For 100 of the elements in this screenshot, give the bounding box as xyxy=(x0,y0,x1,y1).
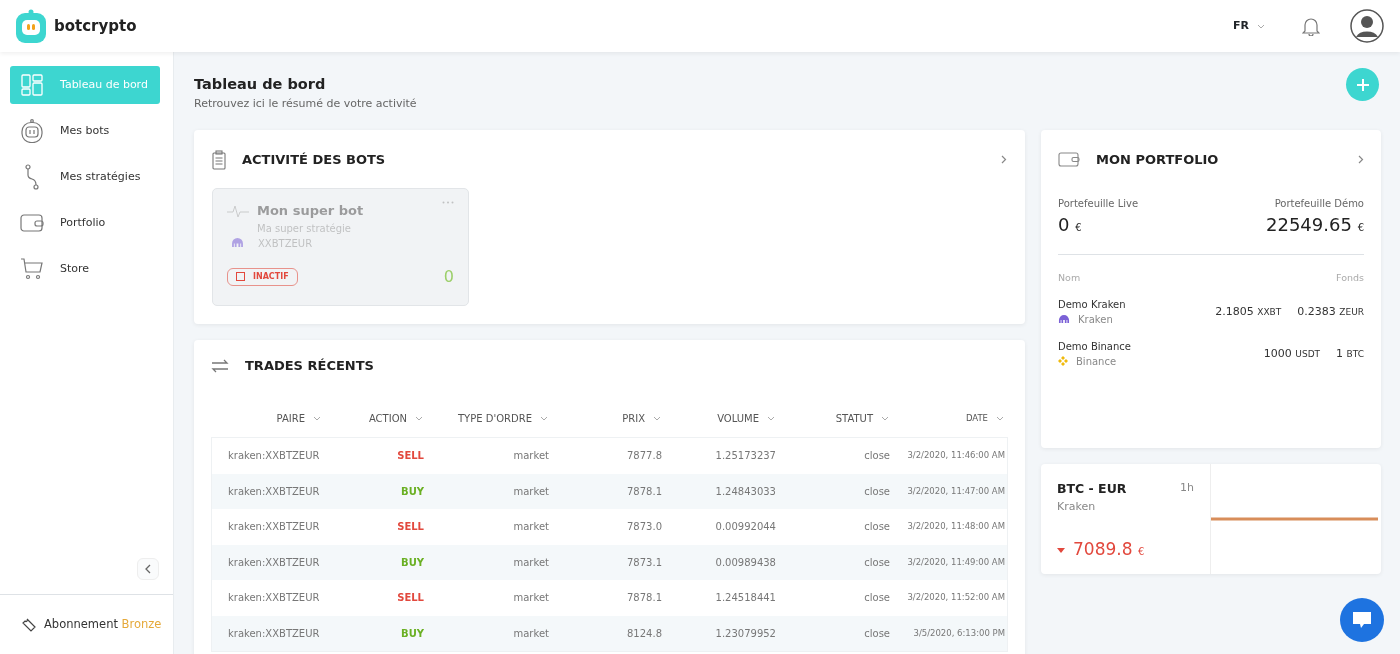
path-nodes-icon xyxy=(25,164,39,190)
demo-wallet-label: Portefeuille Démo xyxy=(1274,196,1364,211)
column-header[interactable]: ACTION xyxy=(368,412,407,424)
caret-icon xyxy=(996,415,1004,421)
chevron-icon xyxy=(1001,155,1007,165)
order-type-cell: market xyxy=(513,485,549,497)
column-header[interactable]: VOLUME xyxy=(717,412,759,424)
caret-icon xyxy=(653,416,661,421)
ticker-exchange: Kraken xyxy=(1057,498,1097,515)
pulse-icon xyxy=(227,203,249,218)
volume-cell: 0.00989438 xyxy=(715,556,776,568)
chat-bubble-icon xyxy=(1351,610,1373,630)
exchange-logo-icon xyxy=(1058,315,1070,324)
swap-arrows-icon xyxy=(211,359,229,373)
funds-header: Fonds xyxy=(1336,270,1364,285)
plus-icon xyxy=(1355,77,1370,92)
order-type-cell: market xyxy=(513,627,549,639)
column-header[interactable]: DATE xyxy=(965,412,988,423)
language-selector[interactable]: FR xyxy=(1232,16,1266,36)
caret-icon xyxy=(1257,23,1265,29)
chevron-left-icon xyxy=(145,564,151,574)
wallet-icon xyxy=(1058,152,1080,168)
caret-icon xyxy=(540,416,548,421)
chevron-icon xyxy=(1358,155,1364,165)
column-header[interactable]: PAIRE xyxy=(276,412,305,424)
pair-cell: kraken:XXBTZEUR xyxy=(228,521,320,533)
demo-wallet-value: 22549.65 € xyxy=(1266,212,1364,237)
pair-cell: kraken:XXBTZEUR xyxy=(228,485,320,497)
status-cell: close xyxy=(864,450,890,462)
column-header[interactable]: TYPE D'ORDRE xyxy=(458,412,532,424)
clipboard-icon xyxy=(212,150,226,170)
exchange-name: Binance xyxy=(1076,354,1117,369)
live-wallet-value: 0 € xyxy=(1058,212,1082,237)
order-type-cell: market xyxy=(513,521,549,533)
wallet-icon xyxy=(20,214,44,232)
bot-trade-count: 0 xyxy=(443,265,454,288)
date-cell: 3/2/2020, 11:48:00 AM xyxy=(907,521,1005,532)
robot-logo-icon xyxy=(16,9,46,43)
price-cell: 7878.1 xyxy=(627,485,662,497)
caret-icon xyxy=(767,416,775,421)
user-avatar-icon[interactable] xyxy=(1350,9,1384,43)
action-cell: BUY xyxy=(401,485,424,497)
action-cell: BUY xyxy=(401,556,424,568)
page-subtitle: Retrouvez ici le résumé de votre activité xyxy=(194,95,417,112)
date-cell: 3/2/2020, 11:49:00 AM xyxy=(907,556,1005,567)
price-cell: 7873.1 xyxy=(627,556,662,568)
live-wallet-label: Portefeuille Live xyxy=(1058,196,1139,211)
brand-name: botcrypto xyxy=(54,15,137,37)
action-cell: SELL xyxy=(397,592,424,604)
exchange-logo-icon xyxy=(231,238,244,248)
page-title: Tableau de bord xyxy=(194,75,327,94)
fund-amount: 1 BTC xyxy=(1336,345,1364,362)
order-type-cell: market xyxy=(513,450,549,462)
account-name: Demo Binance xyxy=(1058,339,1131,354)
volume-cell: 1.24843033 xyxy=(715,485,776,497)
price-cell: 7878.1 xyxy=(627,592,662,604)
column-header[interactable]: STATUT xyxy=(835,412,873,424)
status-cell: close xyxy=(864,627,890,639)
pair-cell: kraken:XXBTZEUR xyxy=(228,450,320,462)
status-cell: close xyxy=(864,556,890,568)
sidebar-item[interactable]: Portfolio xyxy=(10,204,160,242)
subscription-label: Abonnement Bronze xyxy=(44,615,162,633)
sidebar-item[interactable]: Store xyxy=(10,250,160,288)
square-icon xyxy=(236,272,245,281)
fund-amount: 1000 USDT xyxy=(1263,345,1321,362)
sidebar-item[interactable]: Mes stratégies xyxy=(10,158,160,196)
cart-icon xyxy=(20,258,44,280)
caret-icon xyxy=(415,416,423,421)
ticket-icon xyxy=(22,617,36,632)
down-triangle-icon xyxy=(1057,547,1065,553)
price-cell: 8124.8 xyxy=(627,627,662,639)
volume-cell: 1.24518441 xyxy=(715,592,776,604)
price-cell: 7873.0 xyxy=(627,521,662,533)
status-cell: close xyxy=(864,521,890,533)
card-title: ACTIVITÉ DES BOTS xyxy=(242,151,386,170)
fund-amount: 0.2383 ZEUR xyxy=(1297,303,1364,320)
chat-button[interactable] xyxy=(1340,598,1384,642)
ticker-price: 7089.8 € xyxy=(1073,538,1145,562)
card-title: TRADES RÉCENTS xyxy=(245,357,374,376)
date-cell: 3/2/2020, 11:47:00 AM xyxy=(907,485,1005,496)
order-type-cell: market xyxy=(513,556,549,568)
dashboard-icon xyxy=(21,74,43,96)
ticker-interval: 1h xyxy=(1180,480,1194,496)
price-cell: 7877.8 xyxy=(627,450,662,462)
volume-cell: 1.23079952 xyxy=(715,627,776,639)
sidebar-item[interactable]: Mes bots xyxy=(10,112,160,150)
exchange-logo-icon xyxy=(1058,356,1068,367)
robot-icon xyxy=(21,119,43,143)
status-cell: close xyxy=(864,485,890,497)
caret-icon xyxy=(313,416,321,421)
bell-icon[interactable] xyxy=(1302,16,1320,36)
pair-cell: kraken:XXBTZEUR xyxy=(228,627,320,639)
date-cell: 3/2/2020, 11:46:00 AM xyxy=(907,450,1005,461)
pair-cell: kraken:XXBTZEUR xyxy=(228,556,320,568)
account-name: Demo Kraken xyxy=(1058,297,1126,312)
column-header[interactable]: PRIX xyxy=(622,412,645,424)
fund-amount: 2.1805 XXBT xyxy=(1215,303,1282,320)
bot-name: Mon super bot xyxy=(257,202,364,220)
caret-icon xyxy=(881,416,889,421)
ticker-pair: BTC - EUR xyxy=(1057,480,1127,498)
